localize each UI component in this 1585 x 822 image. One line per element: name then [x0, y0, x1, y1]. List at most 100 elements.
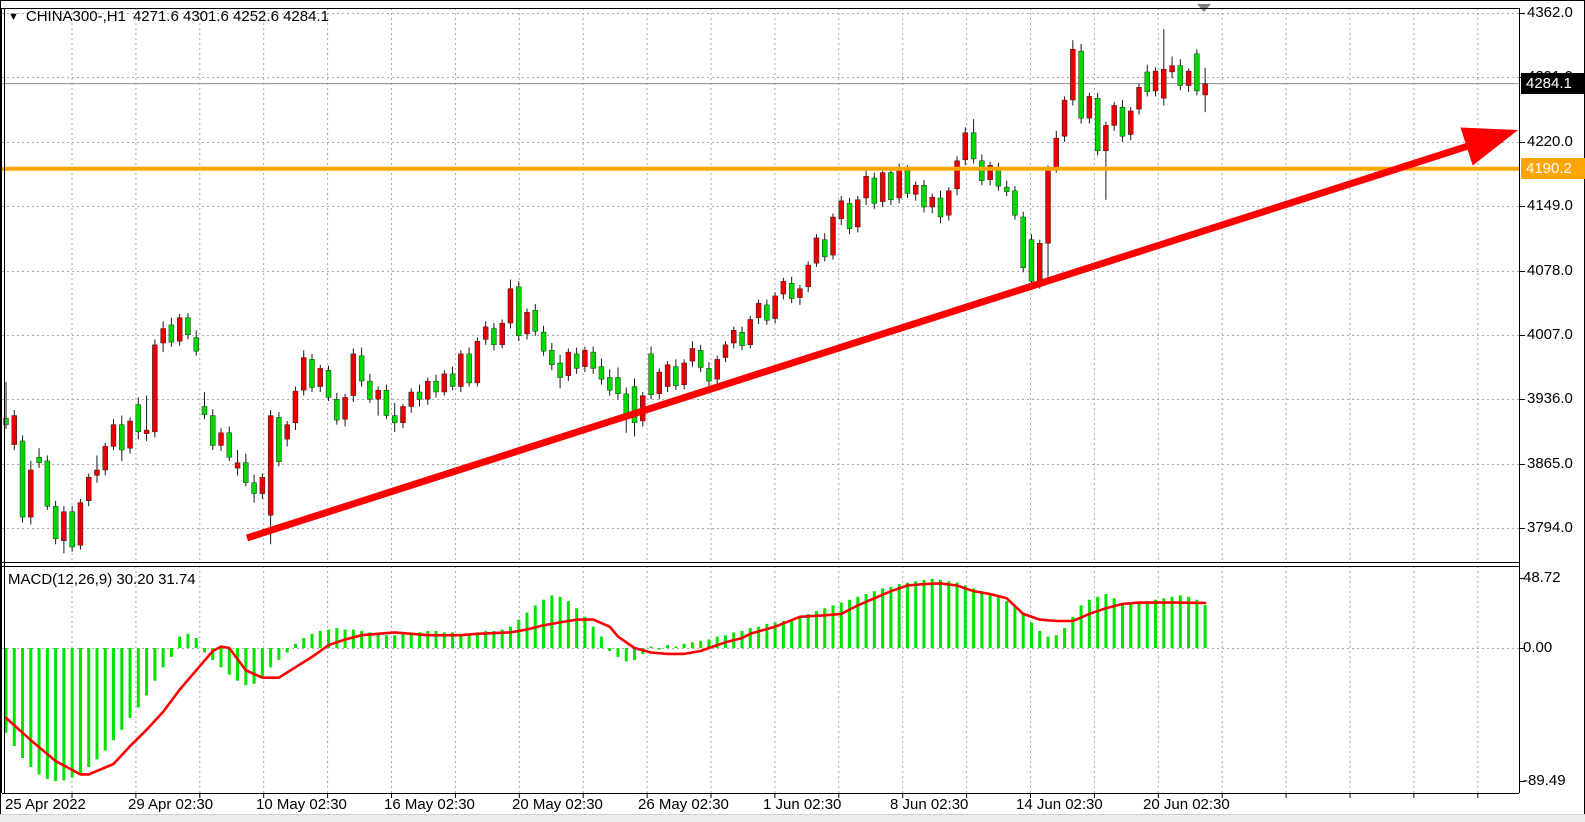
- candle-bear: [392, 416, 397, 423]
- candle-bull: [268, 416, 273, 516]
- candle-bull: [946, 191, 951, 215]
- trendline-arrowhead: [1460, 127, 1518, 165]
- candle-bull: [756, 303, 761, 318]
- candle-bear: [491, 329, 496, 345]
- candle-bear: [1021, 217, 1026, 268]
- window-bottom-strip: [0, 814, 1585, 822]
- candle-bear: [549, 350, 554, 365]
- candle-bear: [334, 399, 339, 420]
- chart-window: ▼ CHINA300-,H1 4271.6 4301.6 4252.6 4284…: [0, 0, 1585, 822]
- candle-bear: [185, 318, 190, 335]
- candle-bull: [177, 318, 182, 342]
- macd-axis-label: -89.49: [1523, 773, 1566, 788]
- candle-bear: [789, 283, 794, 298]
- candle-bear: [53, 506, 58, 539]
- candle-bear: [533, 310, 538, 331]
- price-axis-label: 4362.0: [1527, 5, 1573, 20]
- candle-bull: [781, 281, 786, 294]
- candle-bear: [558, 363, 563, 378]
- chart-canvas[interactable]: [0, 0, 1585, 822]
- candle-bull: [566, 352, 571, 376]
- candle-bear: [1012, 191, 1017, 215]
- candle-bear: [706, 368, 711, 381]
- candle-bear: [591, 352, 596, 368]
- candle-bear: [599, 367, 604, 380]
- candle-bull: [293, 391, 298, 423]
- candle-bull: [111, 425, 116, 447]
- candle-bull: [78, 503, 83, 546]
- candle-bear: [1095, 98, 1100, 151]
- candle-bull: [963, 133, 968, 160]
- candle-bull: [500, 323, 505, 345]
- candle-bull: [897, 169, 902, 198]
- candle-bear: [367, 381, 372, 399]
- candle-bull: [864, 176, 869, 198]
- candle-bull: [1112, 105, 1117, 125]
- time-axis-label: 29 Apr 02:30: [128, 797, 213, 812]
- candle-bull: [855, 200, 860, 227]
- candle-bear: [136, 405, 141, 432]
- candle-bull: [458, 354, 463, 387]
- candle-bear: [276, 417, 281, 461]
- candle-bull: [343, 397, 348, 419]
- candle-bear: [905, 171, 910, 194]
- candle-bear: [740, 332, 745, 346]
- chart-title: ▼ CHINA300-,H1 4271.6 4301.6 4252.6 4284…: [8, 9, 329, 24]
- candle-bear: [673, 367, 678, 386]
- candle-bull: [400, 406, 405, 422]
- candle-bear: [516, 287, 521, 336]
- candle-bull: [1136, 87, 1141, 109]
- candle-bull: [690, 348, 695, 361]
- candle-bear: [467, 354, 472, 383]
- time-axis-label: 14 Jun 02:30: [1016, 797, 1103, 812]
- candle-bear: [764, 305, 769, 320]
- candle-bull: [1037, 243, 1042, 281]
- candle-bull: [525, 312, 530, 334]
- candle-bull: [260, 477, 265, 493]
- candle-bear: [384, 390, 389, 415]
- candle-bear: [252, 483, 257, 494]
- candle-bull: [913, 185, 918, 194]
- candle-bull: [723, 345, 728, 358]
- candle-bull: [839, 201, 844, 219]
- price-axis-label: 4078.0: [1527, 263, 1573, 278]
- candle-bull: [1062, 100, 1067, 136]
- candle-bull: [715, 359, 720, 379]
- candle-bear: [202, 406, 207, 414]
- candle-bear: [1120, 107, 1125, 136]
- level-price-badge: 4190.2: [1521, 158, 1585, 179]
- candle-bear: [119, 425, 124, 450]
- candle-bull: [748, 319, 753, 344]
- candle-bull: [1046, 169, 1051, 243]
- candle-bull: [318, 368, 323, 386]
- candle-bull: [409, 392, 414, 407]
- candle-bear: [847, 203, 852, 228]
- ohlc-values: 4271.6 4301.6 4252.6 4284.1: [133, 9, 329, 24]
- price-axis-label: 4007.0: [1527, 327, 1573, 342]
- candle-bear: [971, 133, 976, 159]
- candle-bear: [37, 457, 42, 462]
- price-axis-label: 4149.0: [1527, 198, 1573, 213]
- candle-bull: [144, 430, 149, 434]
- candle-bear: [1029, 240, 1034, 282]
- time-axis-label: 20 Jun 02:30: [1143, 797, 1230, 812]
- candle-bull: [483, 327, 488, 340]
- candle-bear: [1178, 66, 1183, 86]
- time-axis-label: 20 May 02:30: [512, 797, 603, 812]
- candle-bear: [194, 338, 199, 352]
- macd-indicator-label: MACD(12,26,9) 30.20 31.74: [8, 572, 196, 587]
- candle-bear: [227, 433, 232, 457]
- candle-bull: [28, 470, 33, 517]
- object-marker-icon: ▼: [8, 12, 19, 23]
- candle-bull: [351, 354, 356, 396]
- candle-bull: [94, 470, 99, 475]
- time-axis-label: 25 Apr 2022: [5, 797, 86, 812]
- candle-bear: [169, 325, 174, 342]
- candle-bull: [152, 345, 157, 432]
- price-axis-label: 3794.0: [1527, 520, 1573, 535]
- candle-bull: [930, 197, 935, 207]
- candle-bull: [880, 173, 885, 202]
- candle-bull: [1203, 84, 1208, 95]
- candle-bull: [475, 341, 480, 383]
- symbol-period-label: CHINA300-,H1: [26, 9, 126, 24]
